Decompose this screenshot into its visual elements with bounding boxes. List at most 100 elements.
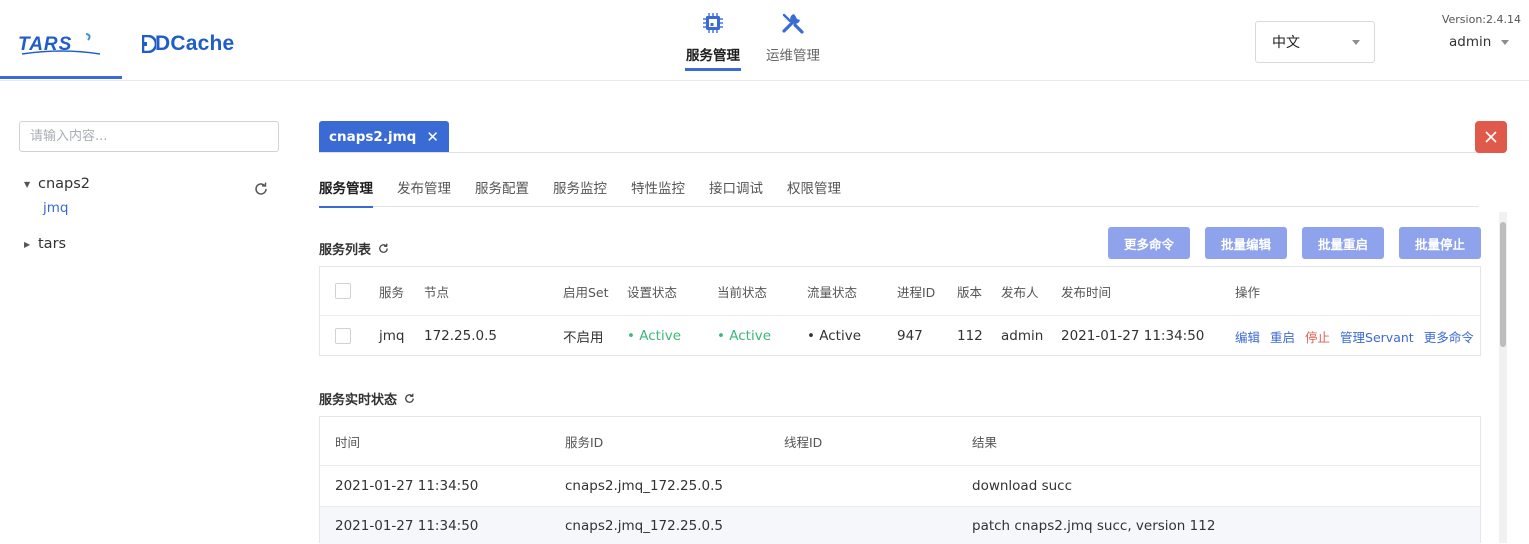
more-commands-button[interactable]: 更多命令 — [1108, 227, 1190, 259]
nav-active-indicator — [685, 68, 741, 71]
select-all-checkbox[interactable] — [335, 283, 351, 299]
nav-inactive-indicator — [765, 68, 821, 71]
realtime-status-table: 时间 服务ID 线程ID 结果 2021-01-27 11:34:50 cnap… — [319, 416, 1481, 544]
scrollbar-thumb[interactable] — [1500, 222, 1506, 347]
tree-node-jmq[interactable]: jmq — [43, 200, 68, 218]
caret-down-icon[interactable]: ▼ — [24, 180, 38, 189]
subtab-monitor[interactable]: 服务监控 — [553, 170, 607, 207]
column-header[interactable]: 流量状态 — [807, 267, 857, 315]
language-select[interactable]: 中文 — [1255, 21, 1375, 63]
subtab-publish[interactable]: 发布管理 — [397, 170, 451, 207]
user-menu[interactable]: admin — [1449, 34, 1510, 50]
service-name-cell: jmq — [379, 328, 405, 344]
subtab-config[interactable]: 服务配置 — [475, 170, 529, 207]
publish-time-cell: 2021-01-27 11:34:50 — [1061, 328, 1205, 344]
batch-actions: 更多命令 批量编辑 批量重启 批量停止 — [1108, 227, 1481, 259]
top-header: TARS DCache 服务管理 运维管理 中文 Version:2.4.14 … — [0, 0, 1529, 81]
set-cell: 不启用 — [563, 330, 604, 346]
column-header: 线程ID — [784, 434, 823, 450]
service-list-title: 服务列表 — [319, 239, 390, 258]
column-header: 服务ID — [565, 434, 604, 450]
service-subtabs: 服务管理 发布管理 服务配置 服务监控 特性监控 接口调试 权限管理 — [319, 170, 1479, 208]
node-cell: 172.25.0.5 — [424, 328, 497, 344]
edit-link[interactable]: 编辑 — [1235, 327, 1260, 346]
close-icon — [1485, 131, 1497, 143]
service-id-cell: cnaps2.jmq_172.25.0.5 — [565, 478, 723, 494]
result-cell: patch cnaps2.jmq succ, version 112 — [972, 517, 1216, 534]
restart-link[interactable]: 重启 — [1270, 327, 1295, 346]
column-header[interactable]: 发布时间 — [1061, 267, 1111, 315]
version-label: Version:2.4.14 — [1441, 13, 1521, 26]
stop-link[interactable]: 停止 — [1305, 327, 1330, 346]
more-commands-link[interactable]: 更多命令 — [1424, 327, 1474, 346]
present-state-cell: • Active — [717, 328, 772, 344]
column-header[interactable]: 启用Set — [563, 267, 609, 315]
time-cell: 2021-01-27 11:34:50 — [335, 478, 479, 494]
operations-cell: 编辑 重启 停止 管理Servant 更多命令 — [1235, 316, 1484, 356]
column-header: 时间 — [335, 434, 361, 450]
result-cell: download succ — [972, 478, 1073, 494]
nav-ops-management-label: 运维管理 — [766, 48, 820, 64]
subtab-interface-debug[interactable]: 接口调试 — [709, 170, 763, 207]
column-header: 操作 — [1235, 284, 1261, 300]
realtime-status-title: 服务实时状态 — [319, 389, 416, 408]
table-row: 2021-01-27 11:34:50 cnaps2.jmq_172.25.0.… — [320, 466, 1480, 507]
column-header: 结果 — [972, 434, 998, 450]
version-cell: 112 — [957, 328, 983, 344]
column-header[interactable]: 设置状态 — [627, 267, 677, 315]
tree-node-label: cnaps2 — [38, 176, 91, 192]
column-header[interactable]: 当前状态 — [717, 267, 767, 315]
dcache-logo[interactable]: DCache — [142, 30, 234, 58]
column-header[interactable]: 发布人 — [1001, 267, 1039, 315]
publisher-cell: admin — [1001, 328, 1044, 344]
column-header[interactable]: 进程ID — [897, 267, 935, 315]
table-header-row: 时间 服务ID 线程ID 结果 — [320, 417, 1480, 466]
subtab-property-monitor[interactable]: 特性监控 — [631, 170, 685, 207]
column-header[interactable]: 版本 — [957, 267, 982, 315]
table-row: 2021-01-27 11:34:50 cnaps2.jmq_172.25.0.… — [320, 507, 1480, 544]
tab-label: cnaps2.jmq — [329, 128, 417, 145]
batch-restart-button[interactable]: 批量重启 — [1302, 227, 1384, 259]
close-all-tabs-button[interactable] — [1475, 121, 1507, 153]
tree-node-cnaps2[interactable]: ▼ cnaps2 — [24, 174, 284, 194]
time-cell: 2021-01-27 11:34:50 — [335, 517, 479, 534]
caret-right-icon[interactable]: ▶ — [24, 240, 38, 249]
service-tree: ▼ cnaps2 jmq ▶ tars — [24, 174, 284, 254]
tars-logo[interactable]: TARS — [16, 30, 106, 58]
service-list-table: 服务 节点 启用Set 设置状态 当前状态 流量状态 进程ID 版本 发布人 发… — [319, 266, 1481, 356]
chevron-down-icon — [1352, 40, 1360, 45]
subtab-permission[interactable]: 权限管理 — [787, 170, 841, 207]
tree-search-input[interactable] — [19, 121, 279, 152]
setting-state-cell: • Active — [627, 328, 682, 344]
main-scrollbar[interactable] — [1499, 212, 1507, 543]
row-select-cell — [335, 316, 351, 356]
manage-servant-link[interactable]: 管理Servant — [1340, 327, 1414, 346]
top-nav: 服务管理 运维管理 — [680, 10, 840, 71]
user-name: admin — [1449, 34, 1492, 50]
service-id-cell: cnaps2.jmq_172.25.0.5 — [565, 517, 723, 534]
section-title-text: 服务实时状态 — [319, 393, 398, 408]
subtab-service-management[interactable]: 服务管理 — [319, 170, 373, 208]
language-select-value: 中文 — [1272, 35, 1300, 51]
nav-ops-management[interactable]: 运维管理 — [760, 10, 826, 71]
refresh-icon[interactable] — [403, 392, 416, 405]
refresh-icon[interactable] — [377, 242, 390, 255]
batch-stop-button[interactable]: 批量停止 — [1399, 227, 1481, 259]
select-all-cell — [335, 267, 351, 315]
close-icon[interactable]: ✕ — [426, 128, 439, 146]
row-checkbox[interactable] — [335, 328, 351, 344]
tree-node-tars[interactable]: ▶ tars — [24, 234, 284, 254]
table-header-row: 服务 节点 启用Set 设置状态 当前状态 流量状态 进程ID 版本 发布人 发… — [320, 267, 1480, 316]
chip-icon — [700, 10, 726, 36]
tab-cnaps2-jmq[interactable]: cnaps2.jmq ✕ — [319, 121, 449, 152]
column-header[interactable]: 服务 — [379, 267, 404, 315]
pid-cell: 947 — [897, 328, 923, 344]
nav-service-management-label: 服务管理 — [686, 48, 740, 64]
nav-service-management[interactable]: 服务管理 — [680, 10, 746, 71]
dcache-d-mark — [142, 35, 156, 53]
wrench-icon — [780, 10, 806, 36]
open-tabs-bar: cnaps2.jmq ✕ — [319, 121, 1479, 153]
column-header[interactable]: 节点 — [424, 267, 449, 315]
batch-edit-button[interactable]: 批量编辑 — [1205, 227, 1287, 259]
flow-state-cell: • Active — [807, 328, 862, 344]
